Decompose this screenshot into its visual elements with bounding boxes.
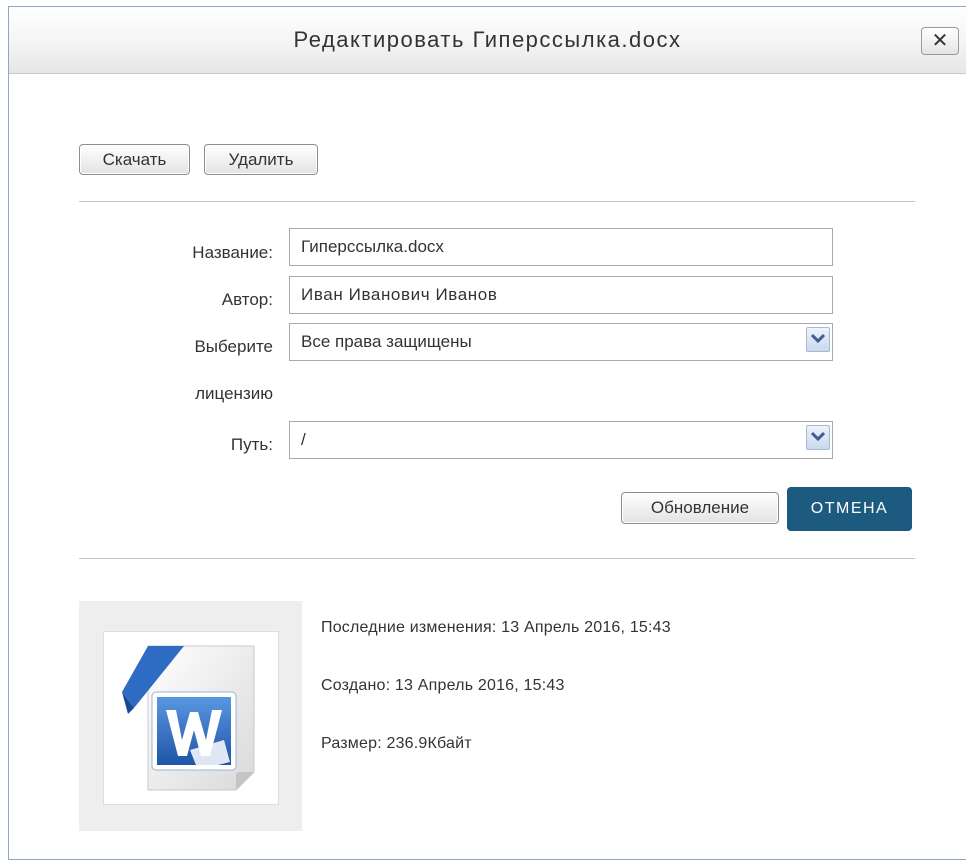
chevron-down-icon[interactable] [806, 425, 830, 450]
file-size-text: Размер: 236.9Кбайт [321, 735, 472, 752]
file-thumbnail [79, 601, 302, 831]
last-modified-text: Последние изменения: 13 Апрель 2016, 15:… [321, 619, 671, 636]
path-select[interactable]: / [289, 421, 833, 459]
delete-button[interactable]: Удалить [204, 144, 318, 175]
path-selected-value: / [301, 430, 306, 449]
update-button[interactable]: Обновление [621, 492, 779, 524]
license-label-line1: Выберите [194, 337, 273, 356]
author-input[interactable]: Иван Иванович Иванов [289, 276, 833, 314]
word-document-icon [122, 645, 255, 791]
close-button[interactable]: ✕ [921, 27, 959, 55]
edit-file-dialog: Редактировать Гиперссылка.docx ✕ Скачать… [8, 6, 966, 860]
chevron-down-icon[interactable] [806, 327, 830, 352]
path-label: Путь: [230, 435, 273, 454]
created-text: Создано: 13 Апрель 2016, 15:43 [321, 677, 565, 694]
license-selected-value: Все права защищены [301, 332, 472, 351]
name-input[interactable]: Гиперссылка.docx [289, 228, 833, 266]
divider-bottom [79, 558, 915, 559]
license-select[interactable]: Все права защищены [289, 323, 833, 361]
author-label: Автор: [221, 290, 273, 309]
close-icon: ✕ [931, 30, 949, 52]
dialog-title: Редактировать Гиперссылка.docx [293, 27, 682, 52]
name-label: Название: [192, 243, 273, 262]
dialog-titlebar: Редактировать Гиперссылка.docx [9, 7, 966, 74]
thumbnail-frame [103, 631, 279, 805]
cancel-button[interactable]: ОТМЕНА [787, 487, 912, 531]
download-button[interactable]: Скачать [79, 144, 190, 175]
divider-top [79, 201, 915, 202]
license-label-line2: лицензию [195, 384, 273, 403]
